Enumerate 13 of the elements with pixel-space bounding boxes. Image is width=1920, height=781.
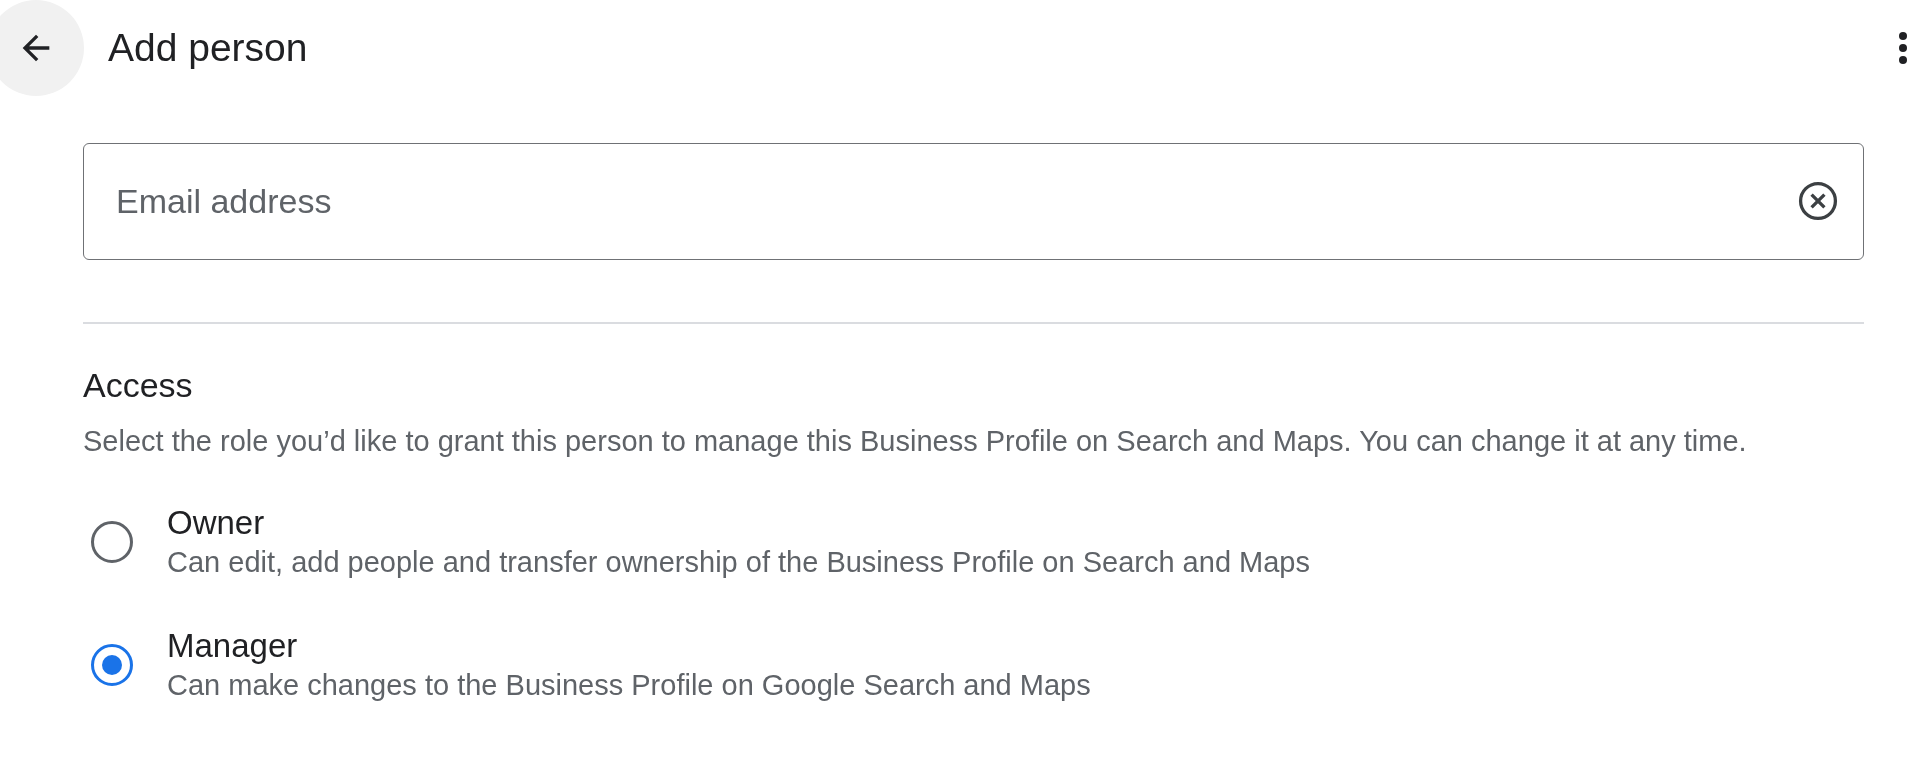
- role-radio[interactable]: [91, 643, 133, 686]
- role-radio[interactable]: [91, 520, 133, 563]
- clear-button[interactable]: [1796, 179, 1840, 223]
- role-label: Owner: [167, 504, 266, 542]
- role-description: Can make changes to the Business Profile on Google Search and Maps: [167, 669, 1091, 702]
- more-vertical-icon: [1898, 31, 1908, 65]
- role-description: Can edit, add people and transfer ownership of the Business Profile on Search and Maps: [167, 546, 1310, 579]
- email-field[interactable]: Email address: [83, 143, 1864, 260]
- role-label: Manager: [167, 627, 299, 665]
- section-description: Select the role you’d like to grant this person to manage this Business Profile on Search and Maps. You can change it at any time.: [83, 425, 1748, 458]
- clear-icon: [1796, 179, 1840, 223]
- page-title: Add person: [108, 26, 309, 70]
- section-heading: Access: [83, 366, 194, 405]
